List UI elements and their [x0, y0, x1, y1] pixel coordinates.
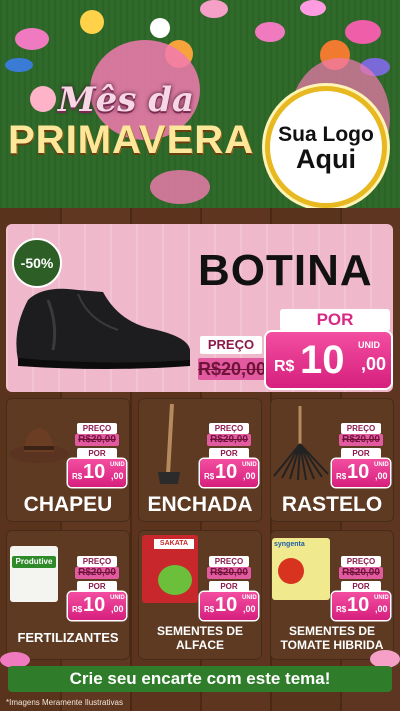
flower-decoration — [255, 22, 285, 42]
por-label: POR — [280, 309, 390, 331]
title: Mês da PRIMAVERA — [8, 80, 253, 170]
price-integer: 10 — [347, 461, 370, 483]
preco-label: PREÇO — [209, 556, 249, 567]
price-box: R$ 10 UNID ,00 — [200, 592, 258, 620]
flower-decoration — [300, 0, 326, 16]
old-price: R$20,00 — [75, 434, 119, 446]
price-cents: ,00 — [375, 471, 388, 481]
preco-label: PREÇO — [77, 556, 117, 567]
price-currency: R$ — [336, 472, 347, 481]
flower-decoration — [200, 0, 228, 18]
tomato-seed-package-image: syngenta — [272, 538, 330, 600]
price-cents: ,00 — [111, 471, 124, 481]
price-box: R$ 10 UNID ,00 — [332, 592, 390, 620]
price-box: R$ 10 UNID ,00 — [200, 459, 258, 487]
por-label: POR — [341, 581, 381, 592]
price-box: R$ 10 UNID ,00 — [332, 459, 390, 487]
title-line2: PRIMAVERA — [8, 118, 255, 162]
fertilizer-package-image: Produtive — [10, 546, 58, 602]
old-price: R$20,00 — [75, 567, 119, 579]
price-cents: ,00 — [111, 604, 124, 614]
price-currency: R$ — [204, 605, 215, 614]
price-cents: ,00 — [243, 471, 256, 481]
preco-label: PREÇO — [341, 556, 381, 567]
price-currency: R$ — [336, 605, 347, 614]
cta-button[interactable]: Crie seu encarte com este tema! — [8, 666, 392, 692]
lettuce-icon — [158, 565, 192, 595]
logo-line2: Aqui — [296, 144, 356, 174]
old-price: R$20,00 — [339, 567, 383, 579]
old-price: R$20,00 — [207, 434, 251, 446]
por-label: POR — [77, 581, 117, 592]
product-name: CHAPEU — [23, 493, 113, 516]
product-name: FERTILIZANTES — [17, 630, 119, 645]
price-currency: R$ — [274, 358, 295, 375]
old-price: R$20,00 — [339, 434, 383, 446]
price-integer: 10 — [215, 594, 238, 616]
price-cents: ,00 — [375, 604, 388, 614]
price-unit: UNID — [242, 462, 257, 468]
boot-image — [16, 288, 191, 369]
price-unit: UNID — [374, 462, 389, 468]
logo-placeholder[interactable]: Sua Logo Aqui — [265, 86, 387, 208]
price-integer: 10 — [83, 461, 106, 483]
product-name: SEMENTES DE ALFACE — [156, 624, 243, 652]
preco-label: PREÇO — [200, 336, 262, 354]
price-unit: UNID — [242, 595, 257, 601]
flower-decoration — [150, 170, 210, 204]
price-box: R$ 10 UNID ,00 — [68, 592, 126, 620]
price-unit: UNID — [110, 462, 125, 468]
price-box: R$ 10 UNID ,00 — [266, 332, 391, 388]
price-cents: ,00 — [361, 354, 387, 374]
flower-decoration — [80, 10, 104, 34]
product-name: SEMENTES DE TOMATE HIBRIDA — [280, 624, 384, 652]
price-integer: 10 — [300, 338, 345, 382]
preco-label: PREÇO — [77, 423, 117, 434]
tomato-package-text: syngenta — [274, 541, 305, 548]
alface-seed-package-image: SAKATA — [142, 535, 198, 603]
price-unit: UNID — [374, 595, 389, 601]
por-label: POR — [209, 581, 249, 592]
old-price: R$20,00 — [198, 358, 267, 380]
fertilizer-package-text: Produtive — [12, 556, 56, 568]
title-line1: Mês da — [58, 80, 195, 120]
price-integer: 10 — [347, 594, 370, 616]
header-banner: Mês da PRIMAVERA Sua Logo Aqui — [0, 0, 400, 208]
hoe-image — [158, 403, 180, 484]
price-integer: 10 — [215, 461, 238, 483]
flower-decoration — [5, 58, 33, 72]
tomato-icon — [278, 558, 304, 584]
price-cents: ,00 — [243, 604, 256, 614]
por-label: POR — [77, 448, 117, 459]
flower-decoration — [345, 20, 381, 44]
price-box: R$ 10 UNID ,00 — [68, 459, 126, 487]
price-unit: UNID — [358, 340, 380, 350]
price-currency: R$ — [72, 472, 83, 481]
price-unit: UNID — [110, 595, 125, 601]
product-name: RASTELO — [281, 493, 383, 516]
price-integer: 10 — [83, 594, 106, 616]
flower-decoration — [150, 18, 170, 38]
flower-decoration — [15, 28, 49, 50]
alface-package-text: SAKATA — [154, 539, 194, 549]
disclaimer: *Imagens Meramente Ilustrativas — [6, 698, 123, 707]
preco-label: PREÇO — [209, 423, 249, 434]
por-label: POR — [209, 448, 249, 459]
hat-image — [9, 428, 69, 463]
product-name: ENCHADA — [147, 493, 253, 516]
price-currency: R$ — [72, 605, 83, 614]
old-price: R$20,00 — [207, 567, 251, 579]
price-currency: R$ — [204, 472, 215, 481]
por-label: POR — [341, 448, 381, 459]
preco-label: PREÇO — [341, 423, 381, 434]
rake-image — [273, 406, 329, 481]
featured-product-name: BOTINA — [198, 246, 373, 295]
